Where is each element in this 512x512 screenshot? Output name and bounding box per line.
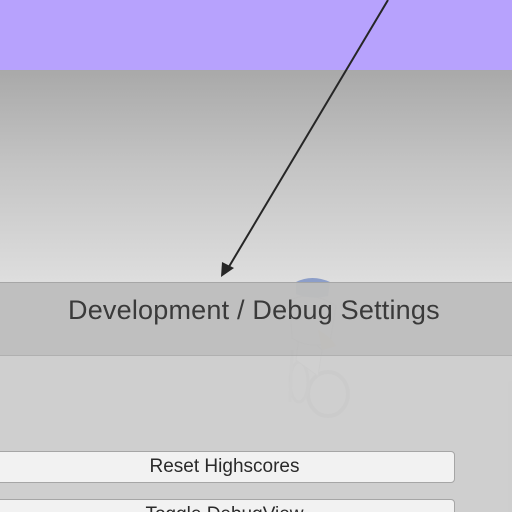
- reset-highscores-button[interactable]: Reset Highscores: [0, 451, 455, 483]
- panel-header: Development / Debug Settings: [0, 282, 512, 356]
- debug-settings-panel: Development / Debug Settings Reset Highs…: [0, 282, 512, 512]
- game-viewport: Development / Debug Settings Reset Highs…: [0, 0, 512, 512]
- panel-title: Development / Debug Settings: [68, 295, 440, 325]
- sky-background: [0, 0, 512, 70]
- ground-plane: [0, 70, 512, 282]
- toggle-debug-view-button[interactable]: Toggle DebugView: [0, 499, 455, 512]
